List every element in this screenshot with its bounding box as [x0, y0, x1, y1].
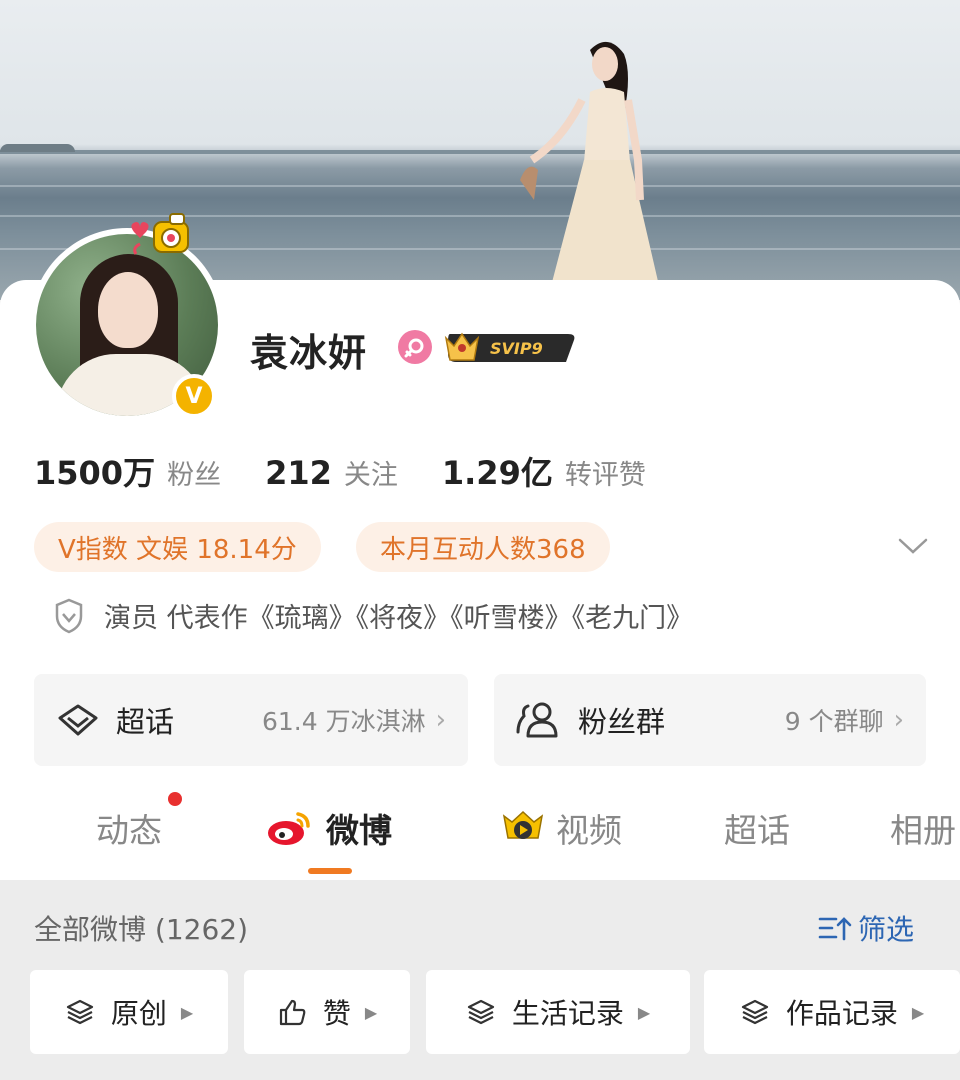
fan-group-count: 9 个群聊 ›	[785, 702, 904, 738]
chevron-right-icon: ›	[435, 705, 446, 735]
diamond-icon	[58, 704, 98, 736]
svip-level-badge[interactable]: SVIP9	[444, 328, 576, 366]
tab-album[interactable]: 相册	[890, 804, 956, 852]
tab-dynamic[interactable]: 动态	[96, 804, 162, 852]
verified-badge-icon: V	[172, 374, 216, 418]
chip-works-record[interactable]: 作品记录 ▶	[704, 970, 960, 1054]
shield-verified-icon	[55, 598, 83, 633]
cover-wave	[0, 185, 960, 187]
layers-icon	[741, 999, 768, 1025]
supertopic-entry[interactable]: 超话 61.4 万冰淇淋 ›	[34, 674, 468, 766]
cover-person-figure	[520, 41, 660, 290]
chip-original[interactable]: 原创 ▶	[30, 970, 228, 1054]
chevron-right-icon: ›	[893, 705, 904, 735]
fan-group-entry[interactable]: 粉丝群 9 个群聊 ›	[494, 674, 926, 766]
avatar-camera-decoration-icon	[131, 213, 189, 255]
tab-weibo[interactable]: 微博	[266, 804, 392, 852]
profile-stats: 1500万 粉丝 212 关注 1.29亿 转评赞	[34, 448, 646, 494]
stat-value: 1500万	[34, 454, 156, 492]
stat-label: 粉丝	[167, 460, 222, 491]
profile-name: 袁冰妍	[250, 331, 368, 375]
weibo-logo-icon	[268, 812, 310, 845]
notification-dot	[168, 792, 182, 806]
tab-label: 超话	[724, 811, 790, 850]
stat-followers[interactable]: 1500万 粉丝	[34, 448, 221, 494]
chip-label: 原创	[110, 997, 167, 1030]
tab-label: 动态	[96, 811, 162, 850]
stat-value: 1.29亿	[441, 454, 553, 492]
thumbs-up-icon	[279, 999, 306, 1026]
chip-label: 赞	[322, 997, 351, 1030]
profile-intro: 演员 代表作《琉璃》《将夜》《听雪楼》《老九门》	[52, 596, 693, 635]
supertopic-count: 61.4 万冰淇淋 ›	[262, 702, 446, 738]
chip-liked[interactable]: 赞 ▶	[244, 970, 410, 1054]
active-tab-indicator	[308, 868, 352, 874]
chip-label: 作品记录	[785, 997, 898, 1030]
stat-label: 关注	[343, 460, 398, 491]
layers-icon	[66, 999, 93, 1025]
stat-interactions[interactable]: 1.29亿 转评赞	[442, 448, 646, 494]
fan-group-count-text: 9 个群聊	[784, 707, 884, 736]
fan-group-title: 粉丝群	[578, 705, 666, 739]
gender-female-icon	[398, 330, 432, 364]
feed-title: 全部微博 (1262)	[34, 913, 249, 946]
tab-label: 视频	[556, 811, 622, 850]
chip-label: 生活记录	[511, 997, 624, 1030]
caret-right-icon: ▶	[364, 1002, 378, 1022]
svg-text:SVIP9: SVIP9	[490, 339, 543, 358]
profile-tabs: 动态 微博 视频 超话 相册	[0, 796, 960, 880]
filter-label: 筛选	[858, 913, 915, 946]
cover-island	[0, 144, 75, 152]
tab-video[interactable]: 视频	[498, 804, 622, 852]
intro-text: 演员 代表作《琉璃》《将夜》《听雪楼》《老九门》	[104, 603, 694, 634]
video-play-icon	[502, 810, 544, 839]
supertopic-count-text: 61.4 万冰淇淋	[261, 707, 426, 736]
chevron-down-icon[interactable]	[896, 534, 930, 558]
tab-label: 相册	[890, 811, 956, 850]
tab-label: 微博	[326, 811, 392, 850]
caret-right-icon: ▶	[911, 1002, 925, 1022]
layers-icon	[467, 999, 494, 1025]
caret-right-icon: ▶	[637, 1002, 651, 1022]
avatar-face	[98, 272, 158, 348]
supertopic-title: 超话	[116, 705, 175, 739]
filter-sort-icon	[818, 917, 852, 941]
cover-horizon	[0, 150, 960, 154]
caret-right-icon: ▶	[180, 1002, 194, 1022]
v-index-pill[interactable]: V指数 文娱 18.14分	[34, 522, 321, 572]
stat-value: 212	[265, 454, 332, 492]
chip-life-record[interactable]: 生活记录 ▶	[426, 970, 690, 1054]
tab-supertopic[interactable]: 超话	[724, 804, 790, 852]
stat-following[interactable]: 212 关注	[265, 453, 398, 492]
stat-label: 转评赞	[564, 460, 646, 491]
filter-button[interactable]: 筛选	[818, 908, 914, 948]
monthly-interaction-pill[interactable]: 本月互动人数368	[356, 522, 610, 572]
user-group-icon	[516, 702, 558, 738]
